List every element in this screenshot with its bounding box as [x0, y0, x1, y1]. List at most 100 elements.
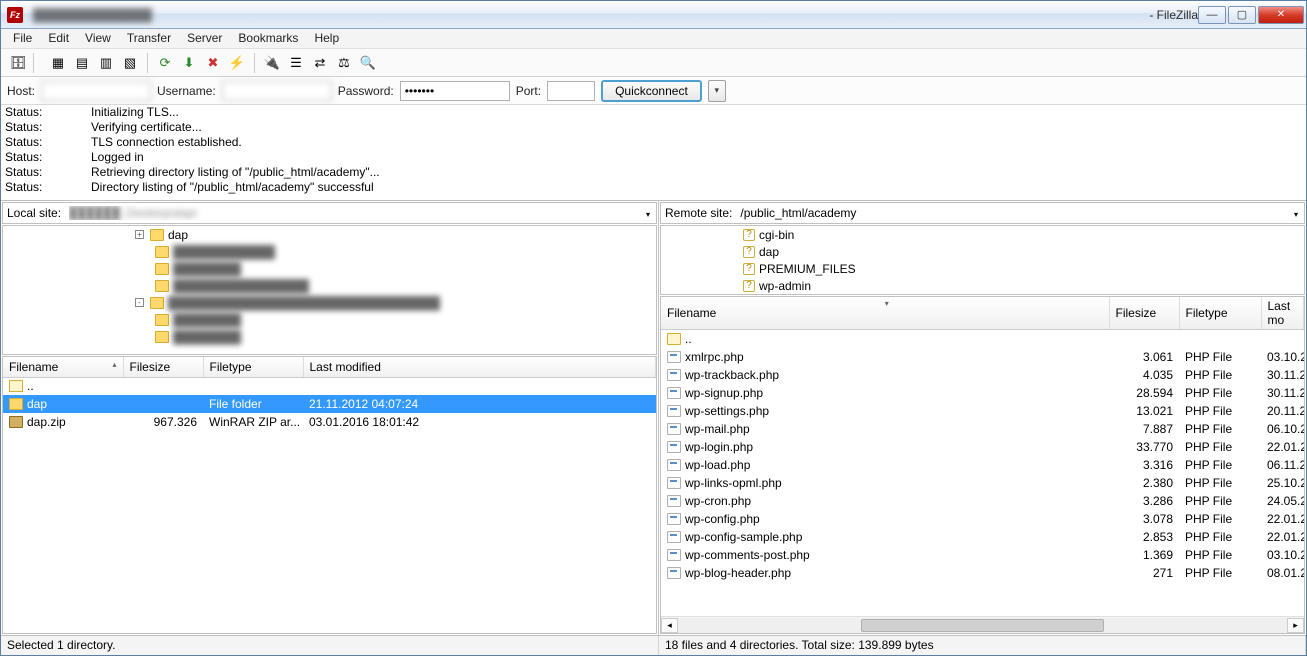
- php-icon: [667, 423, 681, 435]
- layout4-button[interactable]: ▧: [119, 52, 141, 74]
- tree-item[interactable]: PREMIUM_FILES: [661, 260, 1304, 277]
- local-site-dropdown[interactable]: [640, 206, 656, 220]
- up-icon: [667, 333, 681, 345]
- remote-col-filetype[interactable]: Filetype: [1179, 297, 1261, 330]
- cancel-button[interactable]: ✖: [202, 52, 224, 74]
- tree-item[interactable]: ████████: [3, 260, 656, 277]
- menu-edit[interactable]: Edit: [40, 29, 77, 48]
- remote-site-label: Remote site:: [661, 206, 736, 220]
- folder-icon: [155, 314, 169, 326]
- file-row[interactable]: wp-blog-header.php271PHP File08.01.20: [661, 564, 1304, 582]
- hscroll-thumb[interactable]: [861, 619, 1105, 632]
- hscroll-right-arrow[interactable]: ▸: [1287, 618, 1304, 633]
- sync-button[interactable]: ⚖: [333, 52, 355, 74]
- file-row[interactable]: dapFile folder21.11.2012 04:07:24: [3, 395, 656, 413]
- remote-hscroll[interactable]: ◂ ▸: [661, 616, 1304, 633]
- menu-server[interactable]: Server: [179, 29, 230, 48]
- tree-item[interactable]: -████████████████████████████████: [3, 294, 656, 311]
- port-input[interactable]: [547, 81, 595, 101]
- tree-item[interactable]: cgi-bin: [661, 226, 1304, 243]
- username-input[interactable]: [222, 81, 332, 101]
- log-value: Directory listing of "/public_html/acade…: [91, 180, 1302, 195]
- menu-bookmarks[interactable]: Bookmarks: [230, 29, 306, 48]
- local-tree[interactable]: +dap████████████████████████████████████…: [2, 225, 657, 355]
- tree-item[interactable]: wp-admin: [661, 277, 1304, 294]
- log-value: TLS connection established.: [91, 135, 1302, 150]
- tree-label: ████████████: [173, 245, 275, 259]
- tree-item[interactable]: dap: [661, 243, 1304, 260]
- remote-site-dropdown[interactable]: [1288, 206, 1304, 220]
- username-label: Username:: [157, 84, 216, 98]
- local-col-filetype[interactable]: Filetype: [203, 357, 303, 377]
- folder-icon: [155, 280, 169, 292]
- file-row[interactable]: ..: [3, 377, 656, 395]
- local-status: Selected 1 directory.: [1, 636, 659, 655]
- compare-button[interactable]: ⇄: [309, 52, 331, 74]
- tree-item[interactable]: ████████████: [3, 243, 656, 260]
- file-row[interactable]: wp-config.php3.078PHP File22.01.20: [661, 510, 1304, 528]
- file-row[interactable]: xmlrpc.php3.061PHP File03.10.20: [661, 348, 1304, 366]
- remote-file-list[interactable]: Filename Filesize Filetype Last mo ..xml…: [660, 296, 1305, 634]
- quickconnect-history-dropdown[interactable]: [708, 80, 726, 102]
- host-input[interactable]: [41, 81, 151, 101]
- remote-site-input[interactable]: [736, 204, 1288, 222]
- expand-icon[interactable]: +: [135, 230, 144, 239]
- close-button[interactable]: [1258, 6, 1304, 24]
- file-row[interactable]: wp-mail.php7.887PHP File06.10.20: [661, 420, 1304, 438]
- expand-icon[interactable]: -: [135, 298, 144, 307]
- tree-label: ████████: [173, 313, 241, 327]
- file-row[interactable]: wp-comments-post.php1.369PHP File03.10.2…: [661, 546, 1304, 564]
- find-button[interactable]: 🔍: [357, 52, 379, 74]
- file-row[interactable]: ..: [661, 330, 1304, 348]
- local-file-list[interactable]: Filename Filesize Filetype Last modified…: [2, 356, 657, 634]
- menu-help[interactable]: Help: [306, 29, 347, 48]
- filter-button[interactable]: ☰: [285, 52, 307, 74]
- file-row[interactable]: wp-links-opml.php2.380PHP File25.10.20: [661, 474, 1304, 492]
- hscroll-left-arrow[interactable]: ◂: [661, 618, 678, 633]
- tree-item[interactable]: +dap: [3, 226, 656, 243]
- remote-col-lastmod[interactable]: Last mo: [1261, 297, 1304, 330]
- file-row[interactable]: wp-config-sample.php2.853PHP File22.01.2…: [661, 528, 1304, 546]
- file-row[interactable]: wp-cron.php3.286PHP File24.05.20: [661, 492, 1304, 510]
- php-icon: [667, 477, 681, 489]
- tree-item[interactable]: ████████: [3, 328, 656, 345]
- menu-view[interactable]: View: [77, 29, 119, 48]
- maximize-button[interactable]: ▢: [1228, 6, 1256, 24]
- file-row[interactable]: wp-settings.php13.021PHP File20.11.20: [661, 402, 1304, 420]
- process-queue-button[interactable]: ⬇: [178, 52, 200, 74]
- minimize-button[interactable]: —: [1198, 6, 1226, 24]
- tree-item[interactable]: ████████: [3, 311, 656, 328]
- local-col-filesize[interactable]: Filesize: [123, 357, 203, 377]
- local-site-input[interactable]: [65, 204, 640, 222]
- php-icon: [667, 459, 681, 471]
- layout1-button[interactable]: ▦: [47, 52, 69, 74]
- file-row[interactable]: wp-trackback.php4.035PHP File30.11.20: [661, 366, 1304, 384]
- menu-transfer[interactable]: Transfer: [119, 29, 179, 48]
- log-key: Status:: [5, 180, 91, 195]
- app-icon: Fz: [7, 7, 23, 23]
- log-value: Logged in: [91, 150, 1302, 165]
- file-row[interactable]: wp-signup.php28.594PHP File30.11.20: [661, 384, 1304, 402]
- file-row[interactable]: wp-load.php3.316PHP File06.11.20: [661, 456, 1304, 474]
- file-row[interactable]: wp-login.php33.770PHP File22.01.20: [661, 438, 1304, 456]
- reconnect-button[interactable]: 🔌: [261, 52, 283, 74]
- refresh-button[interactable]: ⟳: [154, 52, 176, 74]
- menu-file[interactable]: File: [5, 29, 40, 48]
- local-col-lastmod[interactable]: Last modified: [303, 357, 656, 377]
- port-label: Port:: [516, 84, 541, 98]
- remote-col-filename[interactable]: Filename: [661, 297, 1109, 330]
- local-col-filename[interactable]: Filename: [3, 357, 123, 377]
- layout2-button[interactable]: ▤: [71, 52, 93, 74]
- file-row[interactable]: dap.zip967.326WinRAR ZIP ar...03.01.2016…: [3, 413, 656, 431]
- quickconnect-button[interactable]: Quickconnect: [601, 80, 702, 102]
- message-log[interactable]: Status:Initializing TLS...Status:Verifyi…: [1, 105, 1306, 201]
- layout3-button[interactable]: ▥: [95, 52, 117, 74]
- tree-label: PREMIUM_FILES: [759, 262, 856, 276]
- disconnect-button[interactable]: ⚡: [226, 52, 248, 74]
- tree-item[interactable]: ████████████████: [3, 277, 656, 294]
- password-input[interactable]: [400, 81, 510, 101]
- remote-col-filesize[interactable]: Filesize: [1109, 297, 1179, 330]
- remote-tree[interactable]: cgi-bindap PREMIUM_FILESwp-admin: [660, 225, 1305, 295]
- password-label: Password:: [338, 84, 394, 98]
- sitemanager-button[interactable]: 🗄: [7, 52, 29, 74]
